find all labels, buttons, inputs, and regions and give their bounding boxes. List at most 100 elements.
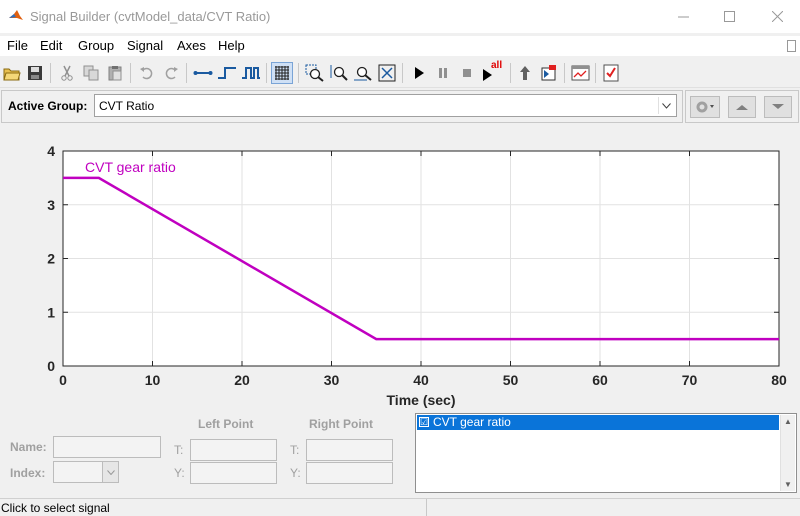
scroll-down-icon[interactable]: ▼ — [784, 480, 792, 489]
left-point-t-field[interactable] — [190, 439, 277, 461]
signal-index-dropdown[interactable] — [53, 461, 119, 483]
window-title: Signal Builder (cvtModel_data/CVT Ratio) — [30, 9, 271, 24]
signal-list[interactable]: ☑ CVT gear ratio ▲ ▼ — [415, 413, 797, 493]
left-point-heading: Left Point — [198, 417, 254, 431]
x-tick-label: 70 — [682, 372, 698, 388]
grid-icon — [275, 66, 289, 80]
cut-icon — [61, 65, 73, 81]
run-all-button[interactable]: all — [480, 60, 506, 84]
name-label: Name: — [10, 440, 47, 454]
minimize-icon — [677, 16, 689, 18]
signal-name-field[interactable] — [53, 436, 161, 458]
close-button[interactable] — [754, 0, 800, 33]
title-bar: Signal Builder (cvtModel_data/CVT Ratio) — [0, 0, 800, 33]
signal-plot[interactable]: 0 10 20 30 40 50 60 70 80 0 1 2 3 4 Time (sec) CVT gear… — [0, 128, 800, 413]
save-button[interactable] — [24, 62, 46, 84]
y-tick-label: 4 — [47, 143, 55, 159]
point-editor-panel: Left Point Right Point Name: T: T: Index… — [0, 413, 800, 498]
y-tick-label: 2 — [47, 251, 55, 267]
close-icon — [771, 11, 783, 22]
undo-icon — [140, 67, 153, 80]
right-y-label: Y: — [290, 466, 301, 480]
copy-button[interactable] — [80, 62, 102, 84]
matlab-app-icon — [9, 10, 23, 20]
group-actions-panel — [685, 90, 799, 123]
left-y-label: Y: — [174, 466, 185, 480]
pause-icon — [439, 68, 447, 78]
start-simulation-button[interactable] — [408, 62, 430, 84]
x-tick-label: 80 — [771, 372, 787, 388]
zoom-y-button[interactable] — [352, 62, 374, 84]
toolbar-separator — [510, 63, 511, 83]
menu-group[interactable]: Group — [78, 38, 114, 53]
toolbar-separator — [564, 63, 565, 83]
paste-button[interactable] — [104, 62, 126, 84]
zoom-xy-button[interactable] — [304, 62, 326, 84]
grid-toggle-button[interactable] — [271, 62, 293, 84]
undo-button[interactable] — [136, 62, 158, 84]
x-tick-label: 30 — [324, 372, 340, 388]
y-tick-label: 3 — [47, 197, 55, 213]
menu-help[interactable]: Help — [218, 38, 245, 53]
move-group-up-button[interactable] — [728, 96, 756, 118]
x-tick-label: 50 — [503, 372, 519, 388]
chevron-down-icon[interactable] — [658, 97, 674, 114]
status-text: Click to select signal — [1, 501, 110, 515]
active-group-value: CVT Ratio — [99, 99, 155, 113]
signal-list-item[interactable]: ☑ CVT gear ratio — [417, 415, 779, 430]
add-segment-button[interactable] — [192, 62, 214, 84]
add-pulse-button[interactable] — [240, 62, 262, 84]
toolbar-separator — [50, 63, 51, 83]
toolbar-separator — [402, 63, 403, 83]
move-group-down-button[interactable] — [764, 96, 792, 118]
pause-simulation-button[interactable] — [432, 62, 454, 84]
stop-simulation-button[interactable] — [456, 62, 478, 84]
signal-list-scrollbar[interactable]: ▲ ▼ — [780, 415, 795, 491]
menu-edit[interactable]: Edit — [40, 38, 62, 53]
run-all-label: all — [491, 60, 503, 71]
left-t-label: T: — [174, 443, 184, 457]
toolbar-separator — [298, 63, 299, 83]
checkbox-checked-icon[interactable]: ☑ — [419, 417, 429, 427]
group-up-icon — [736, 105, 748, 110]
maximize-button[interactable] — [706, 0, 752, 33]
zoom-x-button[interactable] — [328, 62, 350, 84]
zoom-y-icon — [354, 66, 372, 81]
paste-icon — [108, 66, 122, 81]
settings-button[interactable] — [690, 96, 720, 118]
add-step-button[interactable] — [216, 62, 238, 84]
show-signal-button[interactable] — [538, 62, 560, 84]
redo-button[interactable] — [160, 62, 182, 84]
index-label: Index: — [10, 466, 46, 480]
group-down-icon — [772, 104, 784, 109]
add-segment-icon — [193, 71, 213, 75]
active-group-panel: Active Group: CVT Ratio — [1, 90, 683, 123]
menu-signal[interactable]: Signal — [127, 38, 163, 53]
signal-builder-window: Signal Builder (cvtModel_data/CVT Ratio)… — [0, 0, 800, 516]
x-axis-label: Time (sec) — [387, 392, 456, 408]
toolbar-separator — [186, 63, 187, 83]
open-button[interactable] — [1, 62, 23, 84]
scroll-up-icon[interactable]: ▲ — [784, 417, 792, 426]
menu-file[interactable]: File — [7, 38, 28, 53]
show-signal-icon — [541, 65, 556, 81]
cut-button[interactable] — [56, 62, 78, 84]
signal-axes[interactable]: 0 10 20 30 40 50 60 70 80 0 1 2 3 4 Time (sec) CVT gear… — [0, 128, 800, 413]
right-point-y-field[interactable] — [306, 462, 393, 484]
fit-to-view-button[interactable] — [376, 62, 398, 84]
right-point-t-field[interactable] — [306, 439, 393, 461]
go-to-model-button[interactable] — [514, 62, 536, 84]
active-group-dropdown[interactable]: CVT Ratio — [94, 94, 677, 117]
verification-button[interactable] — [600, 62, 622, 84]
open-block-icon — [571, 65, 590, 81]
chevron-down-icon[interactable] — [102, 462, 118, 482]
minimize-button[interactable] — [660, 0, 706, 33]
menu-axes[interactable]: Axes — [177, 38, 206, 53]
zoom-xy-icon — [305, 64, 324, 82]
menu-bar: File Edit Group Signal Axes Help — [0, 36, 800, 56]
menu-dock-icon[interactable] — [787, 40, 796, 52]
open-block-button[interactable] — [570, 62, 592, 84]
x-tick-label: 20 — [234, 372, 250, 388]
left-point-y-field[interactable] — [190, 462, 277, 484]
y-tick-label: 1 — [47, 304, 55, 320]
